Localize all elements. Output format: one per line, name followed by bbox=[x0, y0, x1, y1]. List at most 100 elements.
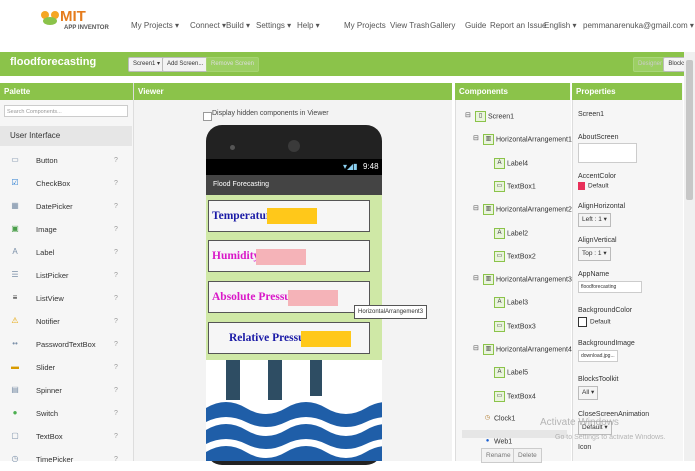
palette-item-spinner[interactable]: ▤ Spinner? bbox=[0, 379, 132, 402]
help-icon[interactable]: ? bbox=[114, 195, 118, 218]
display-hidden-label: Display hidden components in Viewer bbox=[212, 110, 329, 117]
collapse-toggle-icon[interactable]: ⊟ bbox=[473, 204, 479, 212]
about-screen-textarea[interactable] bbox=[578, 143, 637, 163]
component-label3[interactable]: A Label3 bbox=[494, 297, 528, 309]
spinner-icon: ▤ bbox=[11, 385, 19, 394]
palette-item-datepicker[interactable]: ▦ DatePicker? bbox=[0, 195, 132, 218]
web-icon: ● bbox=[485, 438, 490, 445]
palette-item-slider[interactable]: ▬ Slider? bbox=[0, 356, 132, 379]
palette-item-image[interactable]: ▣ Image? bbox=[0, 218, 132, 241]
textbox4[interactable] bbox=[301, 331, 351, 347]
app-name-input[interactable]: floodforecasting bbox=[578, 281, 642, 293]
horizontal-arrangement-4[interactable]: Relative Pressure bbox=[208, 322, 370, 354]
nav-help-menu[interactable]: Help ▾ bbox=[297, 21, 320, 30]
collapse-toggle-icon[interactable]: ⊟ bbox=[465, 111, 471, 119]
label2[interactable]: Humidity bbox=[212, 250, 259, 262]
collapse-toggle-icon[interactable]: ⊟ bbox=[473, 344, 479, 352]
page-scrollbar-thumb[interactable] bbox=[686, 60, 693, 200]
nav-language-menu[interactable]: English ▾ bbox=[544, 21, 576, 30]
textbox3[interactable] bbox=[288, 290, 338, 306]
nav-view-trash-link[interactable]: View Trash bbox=[390, 21, 429, 30]
component-textbox2[interactable]: ▭ TextBox2 bbox=[494, 250, 536, 262]
nav-my-projects-menu[interactable]: My Projects ▾ bbox=[131, 21, 179, 30]
palette-category-user-interface[interactable]: User Interface bbox=[0, 126, 132, 146]
help-icon[interactable]: ? bbox=[114, 264, 118, 287]
align-vertical-dropdown[interactable]: Top : 1 ▾ bbox=[578, 247, 611, 261]
nav-gallery-link[interactable]: Gallery bbox=[430, 21, 455, 30]
help-icon[interactable]: ? bbox=[114, 333, 118, 356]
help-icon[interactable]: ? bbox=[114, 356, 118, 379]
component-screen1[interactable]: ▯ Screen1 bbox=[475, 111, 514, 122]
palette-item-timepicker[interactable]: ◷ TimePicker? bbox=[0, 448, 132, 471]
palette-item-textbox[interactable]: ▢ TextBox? bbox=[0, 425, 132, 448]
help-icon[interactable]: ? bbox=[114, 287, 118, 310]
nav-settings-menu[interactable]: Settings ▾ bbox=[256, 21, 291, 30]
palette-item-listview[interactable]: ≡ ListView? bbox=[0, 287, 132, 310]
password-icon: •• bbox=[12, 339, 18, 348]
palette-item-label: PasswordTextBox bbox=[36, 340, 96, 349]
components-hscrollbar[interactable] bbox=[462, 430, 567, 438]
component-textbox1[interactable]: ▭ TextBox1 bbox=[494, 180, 536, 192]
help-icon[interactable]: ? bbox=[114, 172, 118, 195]
help-icon[interactable]: ? bbox=[114, 149, 118, 172]
component-horizontalarrangement3[interactable]: ▥ HorizontalArrangement3 bbox=[483, 274, 572, 286]
palette-item-label: TextBox bbox=[36, 432, 63, 441]
slider-icon: ▬ bbox=[11, 362, 19, 371]
palette-item-label: DatePicker bbox=[36, 202, 73, 211]
help-icon[interactable]: ? bbox=[114, 218, 118, 241]
component-label2[interactable]: A Label2 bbox=[494, 227, 528, 239]
component-clock1[interactable]: ◷ Clock1 bbox=[483, 414, 516, 423]
help-icon[interactable]: ? bbox=[114, 425, 118, 448]
palette-search-input[interactable]: Search Components... bbox=[4, 105, 128, 117]
nav-connect-menu[interactable]: Connect ▾ bbox=[190, 21, 226, 30]
palette-item-notifier[interactable]: ⚠ Notifier? bbox=[0, 310, 132, 333]
designer-button[interactable]: Designer bbox=[632, 57, 667, 72]
screen-select-dropdown[interactable]: Screen1 ▾ bbox=[128, 57, 166, 72]
nav-build-menu[interactable]: Build ▾ bbox=[226, 21, 250, 30]
palette-item-label[interactable]: A Label? bbox=[0, 241, 132, 264]
properties-header: Properties bbox=[572, 83, 682, 100]
component-label5[interactable]: A Label5 bbox=[494, 367, 528, 379]
horizontal-arrangement-3[interactable]: Absolute Pressure bbox=[208, 281, 370, 313]
component-horizontalarrangement4[interactable]: ▥ HorizontalArrangement4 bbox=[483, 344, 572, 355]
align-horizontal-dropdown[interactable]: Left : 1 ▾ bbox=[578, 213, 611, 227]
help-icon[interactable]: ? bbox=[114, 241, 118, 264]
collapse-toggle-icon[interactable]: ⊟ bbox=[473, 274, 479, 282]
background-image-label: BackgroundImage bbox=[578, 340, 635, 347]
accent-color-picker[interactable]: Default bbox=[578, 182, 609, 190]
component-horizontalarrangement1[interactable]: ▥ HorizontalArrangement1 bbox=[483, 134, 572, 146]
help-icon[interactable]: ? bbox=[114, 379, 118, 402]
background-color-label: BackgroundColor bbox=[578, 307, 633, 314]
palette-item-listpicker[interactable]: ☰ ListPicker? bbox=[0, 264, 132, 287]
help-icon[interactable]: ? bbox=[114, 402, 118, 425]
palette-item-label: TimePicker bbox=[36, 455, 74, 464]
component-horizontalarrangement2[interactable]: ▥ HorizontalArrangement2 bbox=[483, 204, 572, 216]
palette-item-passwordtextbox[interactable]: •• PasswordTextBox? bbox=[0, 333, 132, 356]
textbox2[interactable] bbox=[256, 249, 306, 265]
horizontal-arrangement-1[interactable]: Temperature bbox=[208, 200, 370, 232]
component-label4[interactable]: A Label4 bbox=[494, 157, 528, 169]
nav-report-issue-link[interactable]: Report an Issue bbox=[490, 21, 546, 30]
nav-my-projects-link[interactable]: My Projects bbox=[344, 21, 386, 30]
textbox1[interactable] bbox=[267, 208, 317, 224]
collapse-toggle-icon[interactable]: ⊟ bbox=[473, 134, 479, 142]
app-inventor-logo-icon[interactable] bbox=[40, 10, 60, 26]
horizontal-arrangement-2[interactable]: Humidity bbox=[208, 240, 370, 272]
blocks-toolkit-dropdown[interactable]: All ▾ bbox=[578, 386, 599, 400]
help-icon[interactable]: ? bbox=[114, 310, 118, 333]
background-image-picker[interactable]: download.jpg... bbox=[578, 350, 618, 362]
background-color-picker[interactable]: Default bbox=[578, 317, 611, 327]
help-icon[interactable]: ? bbox=[114, 448, 118, 471]
palette-item-button[interactable]: ▭ Button? bbox=[0, 149, 132, 172]
phone-sensor-icon bbox=[230, 145, 235, 150]
component-web1[interactable]: ● Web1 bbox=[483, 437, 512, 446]
nav-guide-link[interactable]: Guide bbox=[465, 21, 486, 30]
nav-account-menu[interactable]: pemmanarenuka@gmail.com ▾ bbox=[583, 21, 694, 30]
add-screen-button[interactable]: Add Screen... bbox=[162, 57, 209, 72]
remove-screen-button[interactable]: Remove Screen bbox=[206, 57, 260, 72]
palette-item-switch[interactable]: ● Switch? bbox=[0, 402, 132, 425]
display-hidden-checkbox[interactable] bbox=[203, 112, 212, 121]
component-textbox4[interactable]: ▭ TextBox4 bbox=[494, 390, 536, 402]
component-textbox3[interactable]: ▭ TextBox3 bbox=[494, 320, 536, 332]
palette-item-checkbox[interactable]: ☑ CheckBox? bbox=[0, 172, 132, 195]
